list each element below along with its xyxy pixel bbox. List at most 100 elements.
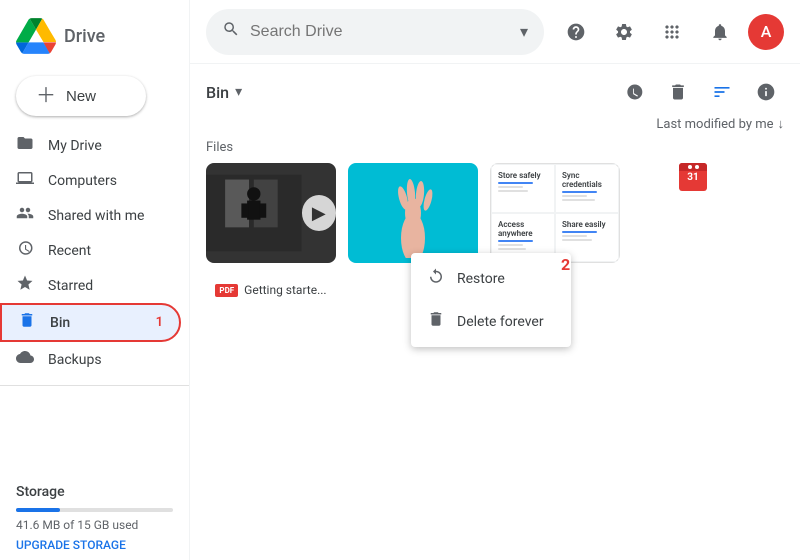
search-bar[interactable]: ▾ — [206, 9, 544, 55]
file-card-infographic[interactable]: Store safely Sync credentials — [490, 163, 620, 263]
info-bar — [562, 199, 595, 201]
info-bar — [562, 239, 592, 241]
info-bar — [498, 190, 528, 192]
content-header: Bin ▾ — [206, 64, 784, 116]
drive-logo-icon — [16, 16, 56, 56]
info-cell-sync: Sync credentials — [555, 164, 619, 213]
header: ▾ A — [190, 0, 800, 64]
apps-button[interactable] — [652, 12, 692, 52]
info-button[interactable] — [748, 74, 784, 110]
sort-row[interactable]: Last modified by me ↓ — [206, 116, 784, 140]
context-menu-delete-forever[interactable]: Delete forever — [411, 300, 571, 343]
header-icons: A — [556, 12, 784, 52]
context-menu: Restore Delete forever — [411, 253, 571, 347]
files-grid: ▶ — [206, 163, 784, 313]
image-thumbnail — [348, 163, 478, 263]
breadcrumb-label: Bin — [206, 83, 229, 102]
people-icon — [16, 204, 34, 227]
info-bar — [562, 235, 587, 237]
sidebar-item-shared[interactable]: Shared with me — [0, 198, 181, 233]
info-bar — [562, 191, 597, 193]
file-thumbnail-video: ▶ — [206, 163, 336, 263]
star-icon — [16, 274, 34, 297]
storage-bar-background — [16, 508, 173, 512]
sidebar-item-recent[interactable]: Recent — [0, 233, 181, 268]
delete-forever-icon — [427, 310, 445, 333]
settings-button[interactable] — [604, 12, 644, 52]
infographic-thumbnail: Store safely Sync credentials — [490, 163, 620, 263]
new-button[interactable]: ＋ New — [16, 76, 146, 116]
main-content: ▾ A Bin ▾ — [190, 0, 800, 560]
sidebar-divider — [0, 385, 189, 386]
upgrade-storage-link[interactable]: UPGRADE STORAGE — [16, 538, 173, 552]
files-label: Files — [206, 140, 784, 163]
list-view-button[interactable] — [704, 74, 740, 110]
restore-badge: 2 — [561, 255, 570, 274]
info-bar — [498, 240, 533, 242]
info-bar — [562, 195, 587, 197]
storage-bar-fill — [16, 508, 60, 512]
info-bar — [562, 231, 597, 233]
storage-used-text: 41.6 MB of 15 GB used — [16, 518, 173, 532]
file-thumbnail-image — [348, 163, 478, 263]
file-card-calendar[interactable]: 31 — [632, 163, 762, 263]
sidebar-item-backups[interactable]: Backups — [0, 342, 181, 377]
restore-label: Restore — [457, 271, 505, 287]
sidebar-item-label: Recent — [48, 243, 91, 259]
folder-icon — [16, 134, 34, 157]
search-icon — [222, 20, 240, 43]
storage-title: Storage — [16, 484, 173, 500]
pdf-badge-icon: PDF — [215, 284, 238, 297]
sidebar-item-starred[interactable]: Starred — [0, 268, 181, 303]
sidebar-item-my-drive[interactable]: My Drive — [0, 128, 181, 163]
help-button[interactable] — [556, 12, 596, 52]
info-bar — [498, 248, 526, 250]
content-toolbar — [616, 74, 784, 110]
notifications-button[interactable] — [700, 12, 740, 52]
app-logo: Drive — [0, 8, 189, 72]
context-menu-restore[interactable]: Restore — [411, 257, 571, 300]
info-bar — [498, 182, 533, 184]
search-input[interactable] — [250, 23, 510, 41]
restore-icon — [427, 267, 445, 290]
sidebar-item-label: Shared with me — [48, 208, 144, 224]
trash-icon — [18, 311, 36, 334]
new-plus-icon: ＋ — [36, 86, 56, 106]
delete-forever-label: Delete forever — [457, 314, 544, 330]
restore-history-button[interactable] — [616, 74, 652, 110]
video-thumbnail: ▶ — [206, 163, 336, 263]
calendar-file-icon: 31 — [679, 163, 715, 199]
content-area: Bin ▾ Last modified by me ↓ — [190, 64, 800, 560]
breadcrumb: Bin ▾ — [206, 83, 242, 102]
hand-image-svg — [373, 168, 453, 258]
cloud-icon — [16, 348, 34, 371]
sidebar-item-label: Backups — [48, 352, 102, 368]
app-title: Drive — [64, 26, 105, 47]
computer-icon — [16, 169, 34, 192]
bin-badge: 1 — [156, 315, 163, 330]
file-card-image[interactable] — [348, 163, 478, 263]
file-card-video[interactable]: ▶ — [206, 163, 336, 263]
avatar[interactable]: A — [748, 14, 784, 50]
file-card-pdf[interactable]: PDF Getting starte... — [206, 275, 336, 305]
info-bar — [498, 186, 523, 188]
delete-button[interactable] — [660, 74, 696, 110]
clock-icon — [16, 239, 34, 262]
breadcrumb-chevron-icon[interactable]: ▾ — [235, 84, 242, 100]
file-thumbnail-infographic: Store safely Sync credentials — [490, 163, 620, 263]
search-dropdown-icon[interactable]: ▾ — [520, 22, 528, 41]
sort-arrow-icon: ↓ — [778, 116, 785, 132]
info-bar — [498, 244, 523, 246]
sidebar-item-bin[interactable]: Bin 1 — [0, 303, 181, 342]
sidebar-item-computers[interactable]: Computers — [0, 163, 181, 198]
sidebar-item-label: Computers — [48, 173, 117, 189]
video-scene-svg — [206, 173, 302, 253]
play-button-icon: ▶ — [302, 195, 336, 231]
sidebar: Drive ＋ New My Drive Computers Shared wi… — [0, 0, 190, 560]
storage-section: Storage 41.6 MB of 15 GB used UPGRADE ST… — [0, 476, 189, 560]
info-cell-store: Store safely — [491, 164, 555, 213]
sort-label: Last modified by me — [656, 117, 773, 132]
file-name-pdf: Getting starte... — [244, 283, 326, 297]
new-button-label: New — [66, 88, 96, 105]
sidebar-item-label: My Drive — [48, 138, 102, 154]
